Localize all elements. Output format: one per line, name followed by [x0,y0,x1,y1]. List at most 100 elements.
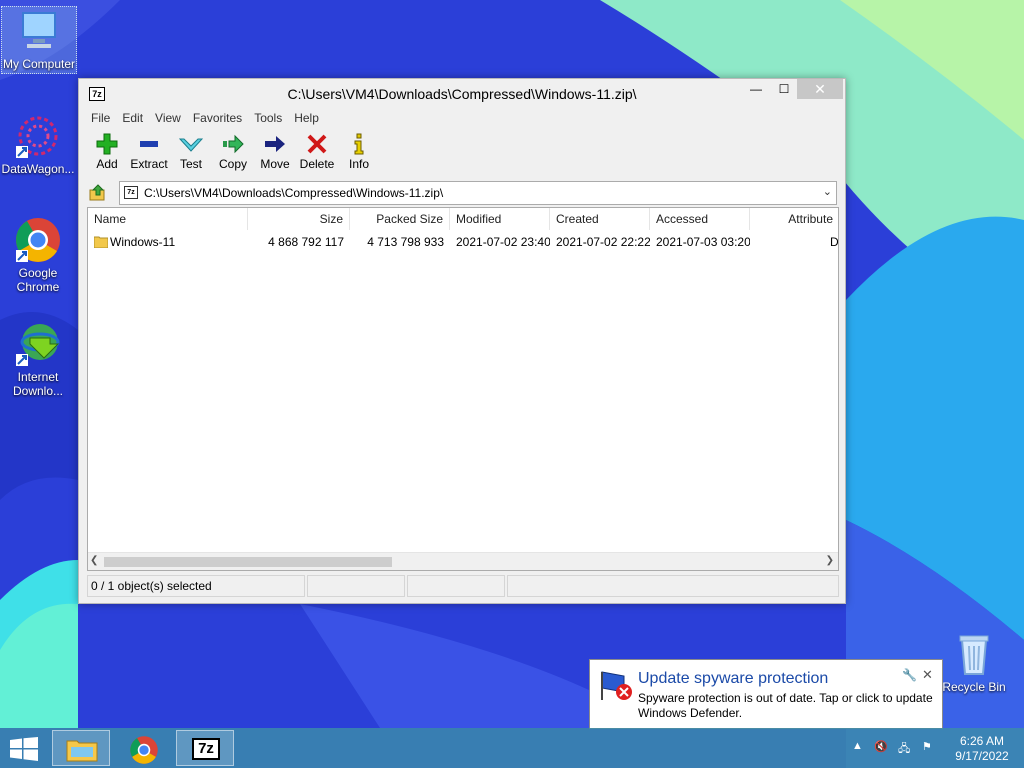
taskbar-clock[interactable]: 6:26 AM 9/17/2022 [944,734,1020,764]
address-bar-row: 7z C:\Users\VM4\Downloads\Compressed\Win… [87,181,837,205]
scroll-left-icon[interactable]: ❮ [90,555,98,566]
info-label: Info [348,157,369,171]
folder-up-icon[interactable] [89,184,107,202]
check-down-icon [179,138,203,152]
extract-button[interactable]: Extract [127,131,171,177]
file-explorer-icon [66,740,98,762]
minus-icon [140,141,158,147]
desktop-icon-internet-download-manager[interactable]: Internet Downlo... [0,320,76,398]
column-size[interactable]: Size [248,208,350,230]
clock-date: 9/17/2022 [955,749,1009,763]
menu-view[interactable]: View [149,109,187,127]
menu-bar: File Edit View Favorites Tools Help [85,109,325,127]
desktop-icon-recycle-bin[interactable]: Recycle Bin [936,630,1012,694]
address-text: C:\Users\VM4\Downloads\Compressed\Window… [144,186,444,200]
plus-icon [96,133,118,155]
toolbar: Add Extract Test Copy Move Delete Info [87,131,837,177]
copy-label: Copy [218,157,247,171]
chrome-icon [130,736,158,764]
menu-help[interactable]: Help [288,109,325,127]
wrench-icon[interactable]: 🔧 [902,668,917,682]
action-center-alert-icon[interactable]: ⚑ [922,740,932,753]
windows-start-icon[interactable] [10,737,38,761]
tray-overflow-icon[interactable]: ▲ [852,740,863,752]
recycle-bin-icon [950,630,998,678]
7zip-icon: 7z [192,738,220,760]
address-field[interactable]: 7z C:\Users\VM4\Downloads\Compressed\Win… [119,181,837,205]
desktop-icon-label: DataWagon... [1,162,75,176]
row-packed-size: 4 713 798 933 [367,235,444,249]
desktop-icon-label: My Computer [2,57,76,71]
menu-favorites[interactable]: Favorites [187,109,248,127]
column-attributes[interactable]: Attribute [750,208,838,230]
column-accessed[interactable]: Accessed [650,208,750,230]
move-button[interactable]: Move [253,131,297,177]
desktop-icon-label: Google Chrome [16,266,60,294]
column-created[interactable]: Created [550,208,650,230]
scrollbar-thumb[interactable] [104,557,392,567]
volume-muted-icon[interactable]: 🔇 [874,740,888,753]
notification-title: Update spyware protection [638,670,829,687]
delete-button[interactable]: Delete [295,131,339,177]
column-packed-size[interactable]: Packed Size [350,208,450,230]
copy-arrow-icon [223,134,244,154]
test-button[interactable]: Test [169,131,213,177]
close-button[interactable]: ✕ [797,79,843,99]
chrome-icon [14,216,62,264]
row-modified: 2021-07-02 23:40 [456,235,550,249]
menu-tools[interactable]: Tools [248,109,288,127]
test-label: Test [179,157,202,171]
datawagon-icon [14,112,62,160]
desktop-icon-datawagon[interactable]: DataWagon... [0,112,76,176]
row-created: 2021-07-02 22:22 [556,235,650,249]
window-title: C:\Users\VM4\Downloads\Compressed\Window… [287,86,637,102]
desktop-icon-label: Recycle Bin [942,680,1006,694]
title-bar[interactable]: 7z C:\Users\VM4\Downloads\Compressed\Win… [79,79,845,107]
horizontal-scrollbar[interactable]: ❮ ❯ [88,552,838,570]
row-attributes: D [830,235,839,249]
desktop-icon-my-computer[interactable]: My Computer [1,6,77,74]
add-button[interactable]: Add [85,131,129,177]
menu-edit[interactable]: Edit [116,109,149,127]
scroll-right-icon[interactable]: ❯ [826,555,834,566]
row-name: Windows-11 [110,235,176,249]
defender-notification[interactable]: Update spyware protection Spyware protec… [589,659,943,729]
x-icon [307,134,327,154]
row-size: 4 868 792 117 [268,235,344,249]
chevron-down-icon[interactable]: ⌄ [823,185,832,198]
minimize-button[interactable]: — [743,79,769,99]
extract-label: Extract [130,157,168,171]
idm-icon [14,320,62,368]
file-list[interactable]: Name Size Packed Size Modified Created A… [87,207,839,571]
table-row[interactable]: Windows-11 4 868 792 117 4 713 798 933 2… [88,232,839,252]
status-cell-4 [507,575,839,597]
status-selection: 0 / 1 object(s) selected [87,575,305,597]
archive-icon: 7z [124,186,138,199]
menu-file[interactable]: File [85,109,116,127]
row-accessed: 2021-07-03 03:20 [656,235,750,249]
taskbar-7zip[interactable]: 7z [176,730,234,766]
info-icon [354,133,364,155]
7zip-window[interactable]: 7z C:\Users\VM4\Downloads\Compressed\Win… [78,78,846,604]
notification-message: Spyware protection is out of date. Tap o… [638,691,933,720]
column-modified[interactable]: Modified [450,208,550,230]
maximize-button[interactable]: ☐ [771,79,797,99]
notification-close-icon[interactable]: ✕ [922,667,933,683]
add-label: Add [96,157,118,171]
taskbar-chrome[interactable] [114,730,172,766]
delete-label: Delete [299,157,335,171]
move-arrow-icon [265,136,285,152]
status-cell-3 [407,575,505,597]
computer-icon [15,7,63,55]
column-name[interactable]: Name [88,208,248,230]
list-header: Name Size Packed Size Modified Created A… [88,208,838,230]
clock-time: 6:26 AM [959,734,1005,748]
desktop-icon-google-chrome[interactable]: Google Chrome [0,216,76,294]
taskbar: 7z ▲ 🔇 🖧 ⚑ 6:26 AM 9/17/2022 [0,728,1024,768]
move-label: Move [260,157,290,171]
info-button[interactable]: Info [337,131,381,177]
network-icon[interactable]: 🖧 [898,740,910,759]
status-bar: 0 / 1 object(s) selected [87,575,839,597]
taskbar-file-explorer[interactable] [52,730,110,766]
copy-button[interactable]: Copy [211,131,255,177]
